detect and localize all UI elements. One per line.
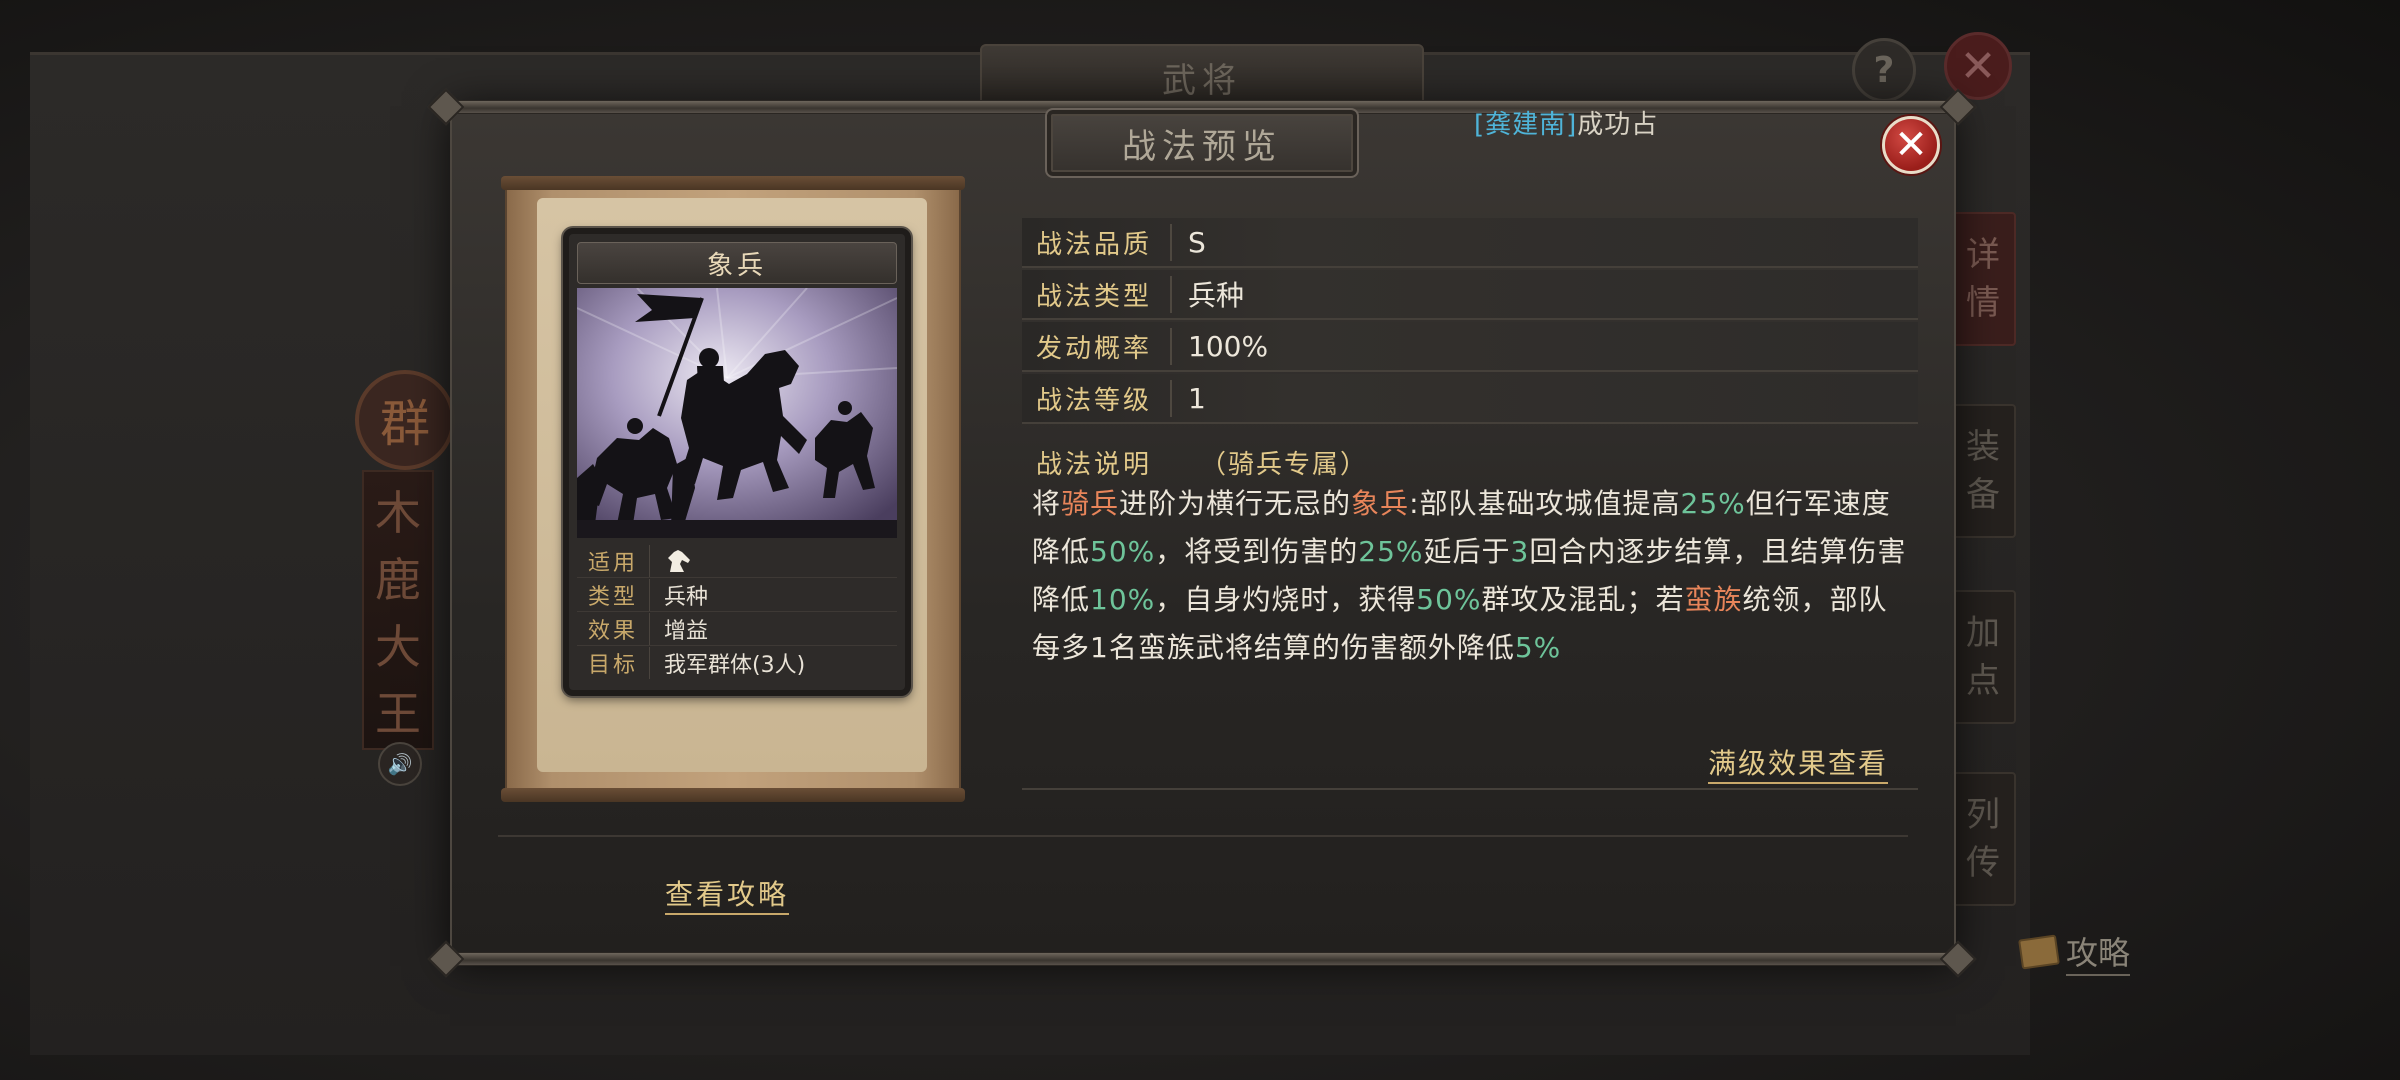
voice-button[interactable]: 🔊 [378, 742, 422, 786]
footer-divider [498, 835, 1908, 837]
attribute-value: 1 [1188, 381, 1206, 415]
faction-seal-char: 群 [380, 395, 430, 453]
description-segment: 5% [1514, 631, 1562, 664]
card-info-value: 我军群体(3人) [664, 652, 806, 678]
general-name-banner: 木 鹿 大 王 [362, 470, 434, 750]
description-segment: 象兵 [1351, 487, 1410, 520]
announcement-text: 成功占 [1577, 110, 1659, 140]
attribute-row-level: 战法等级 1 [1022, 374, 1918, 424]
description-segment: 延后于 [1423, 535, 1511, 568]
general-name-char: 木 [375, 485, 421, 540]
general-name-char: 大 [375, 619, 421, 674]
description-segment: 25% [1680, 487, 1746, 520]
attribute-label: 战法品质 [1022, 223, 1172, 261]
scroll-icon [2018, 934, 2060, 970]
tab-attributes[interactable]: 加 点 [1950, 590, 2016, 724]
description-segment: 将 [1032, 487, 1062, 520]
description-segment: ，将受到伤害的 [1155, 535, 1359, 568]
description-segment: ，自身灼烧时，获得 [1155, 583, 1417, 616]
attribute-value: 100% [1188, 329, 1269, 363]
horse-icon [668, 549, 690, 572]
tactic-card-info: 适用 类型 兵种 效果 增益 目标 我军群体(3人) [577, 544, 897, 684]
tactic-card: 象兵 适用 类型 兵种 效果 增益 目标 我军群体(3人) [563, 228, 911, 696]
general-name-char: 王 [375, 686, 421, 741]
card-info-value [650, 548, 694, 574]
card-info-label: 适用 [577, 544, 650, 577]
tactic-card-art [577, 288, 897, 538]
max-level-effect-link[interactable]: 满级效果查看 [1708, 742, 1889, 784]
dialog-close-button[interactable]: ✕ [1882, 116, 1940, 174]
attribute-label: 战法类型 [1022, 275, 1172, 313]
background-title: 武将 [1162, 60, 1242, 101]
attribute-value: 兵种 [1188, 279, 1245, 312]
faction-seal: 群 [355, 370, 455, 470]
card-info-row: 目标 我军群体(3人) [577, 646, 897, 679]
attribute-label: 发动概率 [1022, 327, 1172, 365]
attribute-value: S [1188, 225, 1206, 259]
background-guide-label: 攻略 [2066, 928, 2131, 976]
card-info-label: 效果 [577, 612, 650, 645]
description-segment: 3 [1510, 535, 1530, 568]
description-segment: 蛮族 [1684, 583, 1743, 616]
description-segment: 25% [1358, 535, 1424, 568]
description-divider [1022, 788, 1918, 790]
dialog-title-plate: 战法预览 [1045, 108, 1359, 178]
game-screen: 武将 ? ✕ 群 木 鹿 大 王 🔊 详 情 装 备 加 点 列 传 攻略 战法… [0, 0, 2400, 1080]
tab-biography[interactable]: 列 传 [1950, 772, 2016, 906]
card-info-value: 兵种 [664, 584, 709, 610]
tab-equipment[interactable]: 装 备 [1950, 404, 2016, 538]
card-info-row: 类型 兵种 [577, 578, 897, 612]
tactic-card-name: 象兵 [577, 242, 897, 284]
description-segment: 群攻及混乱；若 [1481, 583, 1685, 616]
card-info-label: 目标 [577, 646, 650, 679]
description-segment: 10% [1090, 583, 1156, 616]
announcement-player: [龚建南] [1474, 110, 1578, 140]
help-button[interactable]: ? [1852, 38, 1916, 102]
card-info-row: 效果 增益 [577, 612, 897, 646]
attribute-row-quality: 战法品质 S [1022, 218, 1918, 268]
general-name-char: 鹿 [375, 552, 421, 607]
description-segment: 50% [1090, 535, 1156, 568]
dialog-bottom-rail [427, 940, 1977, 978]
description-header: 战法说明 [1036, 450, 1153, 480]
card-info-label: 类型 [577, 578, 650, 611]
description-segment: 骑兵 [1061, 487, 1120, 520]
description-body: 将骑兵进阶为横行无忌的象兵:部队基础攻城值提高25%但行军速度降低50%，将受到… [1032, 480, 1912, 672]
description-segment: 50% [1416, 583, 1482, 616]
description-segment: :部队基础攻城值提高 [1409, 487, 1681, 520]
attribute-label: 战法等级 [1022, 379, 1172, 417]
card-info-row: 适用 [577, 544, 897, 578]
dialog-title: 战法预览 [1122, 126, 1282, 167]
background-close-button[interactable]: ✕ [1944, 32, 2012, 100]
announcement-ticker: [龚建南]成功占 [1474, 104, 1658, 141]
attribute-row-probability: 发动概率 100% [1022, 322, 1918, 372]
background-guide-button[interactable]: 攻略 [2018, 928, 2160, 976]
description-segment: 进阶为横行无忌的 [1119, 487, 1352, 520]
card-info-value: 增益 [664, 618, 709, 644]
view-guide-link[interactable]: 查看攻略 [665, 873, 790, 915]
tab-details[interactable]: 详 情 [1950, 212, 2016, 346]
description-exclusive-tag: （骑兵专属） [1200, 450, 1369, 480]
speaker-icon: 🔊 [387, 752, 413, 776]
attribute-row-type: 战法类型 兵种 [1022, 270, 1918, 320]
